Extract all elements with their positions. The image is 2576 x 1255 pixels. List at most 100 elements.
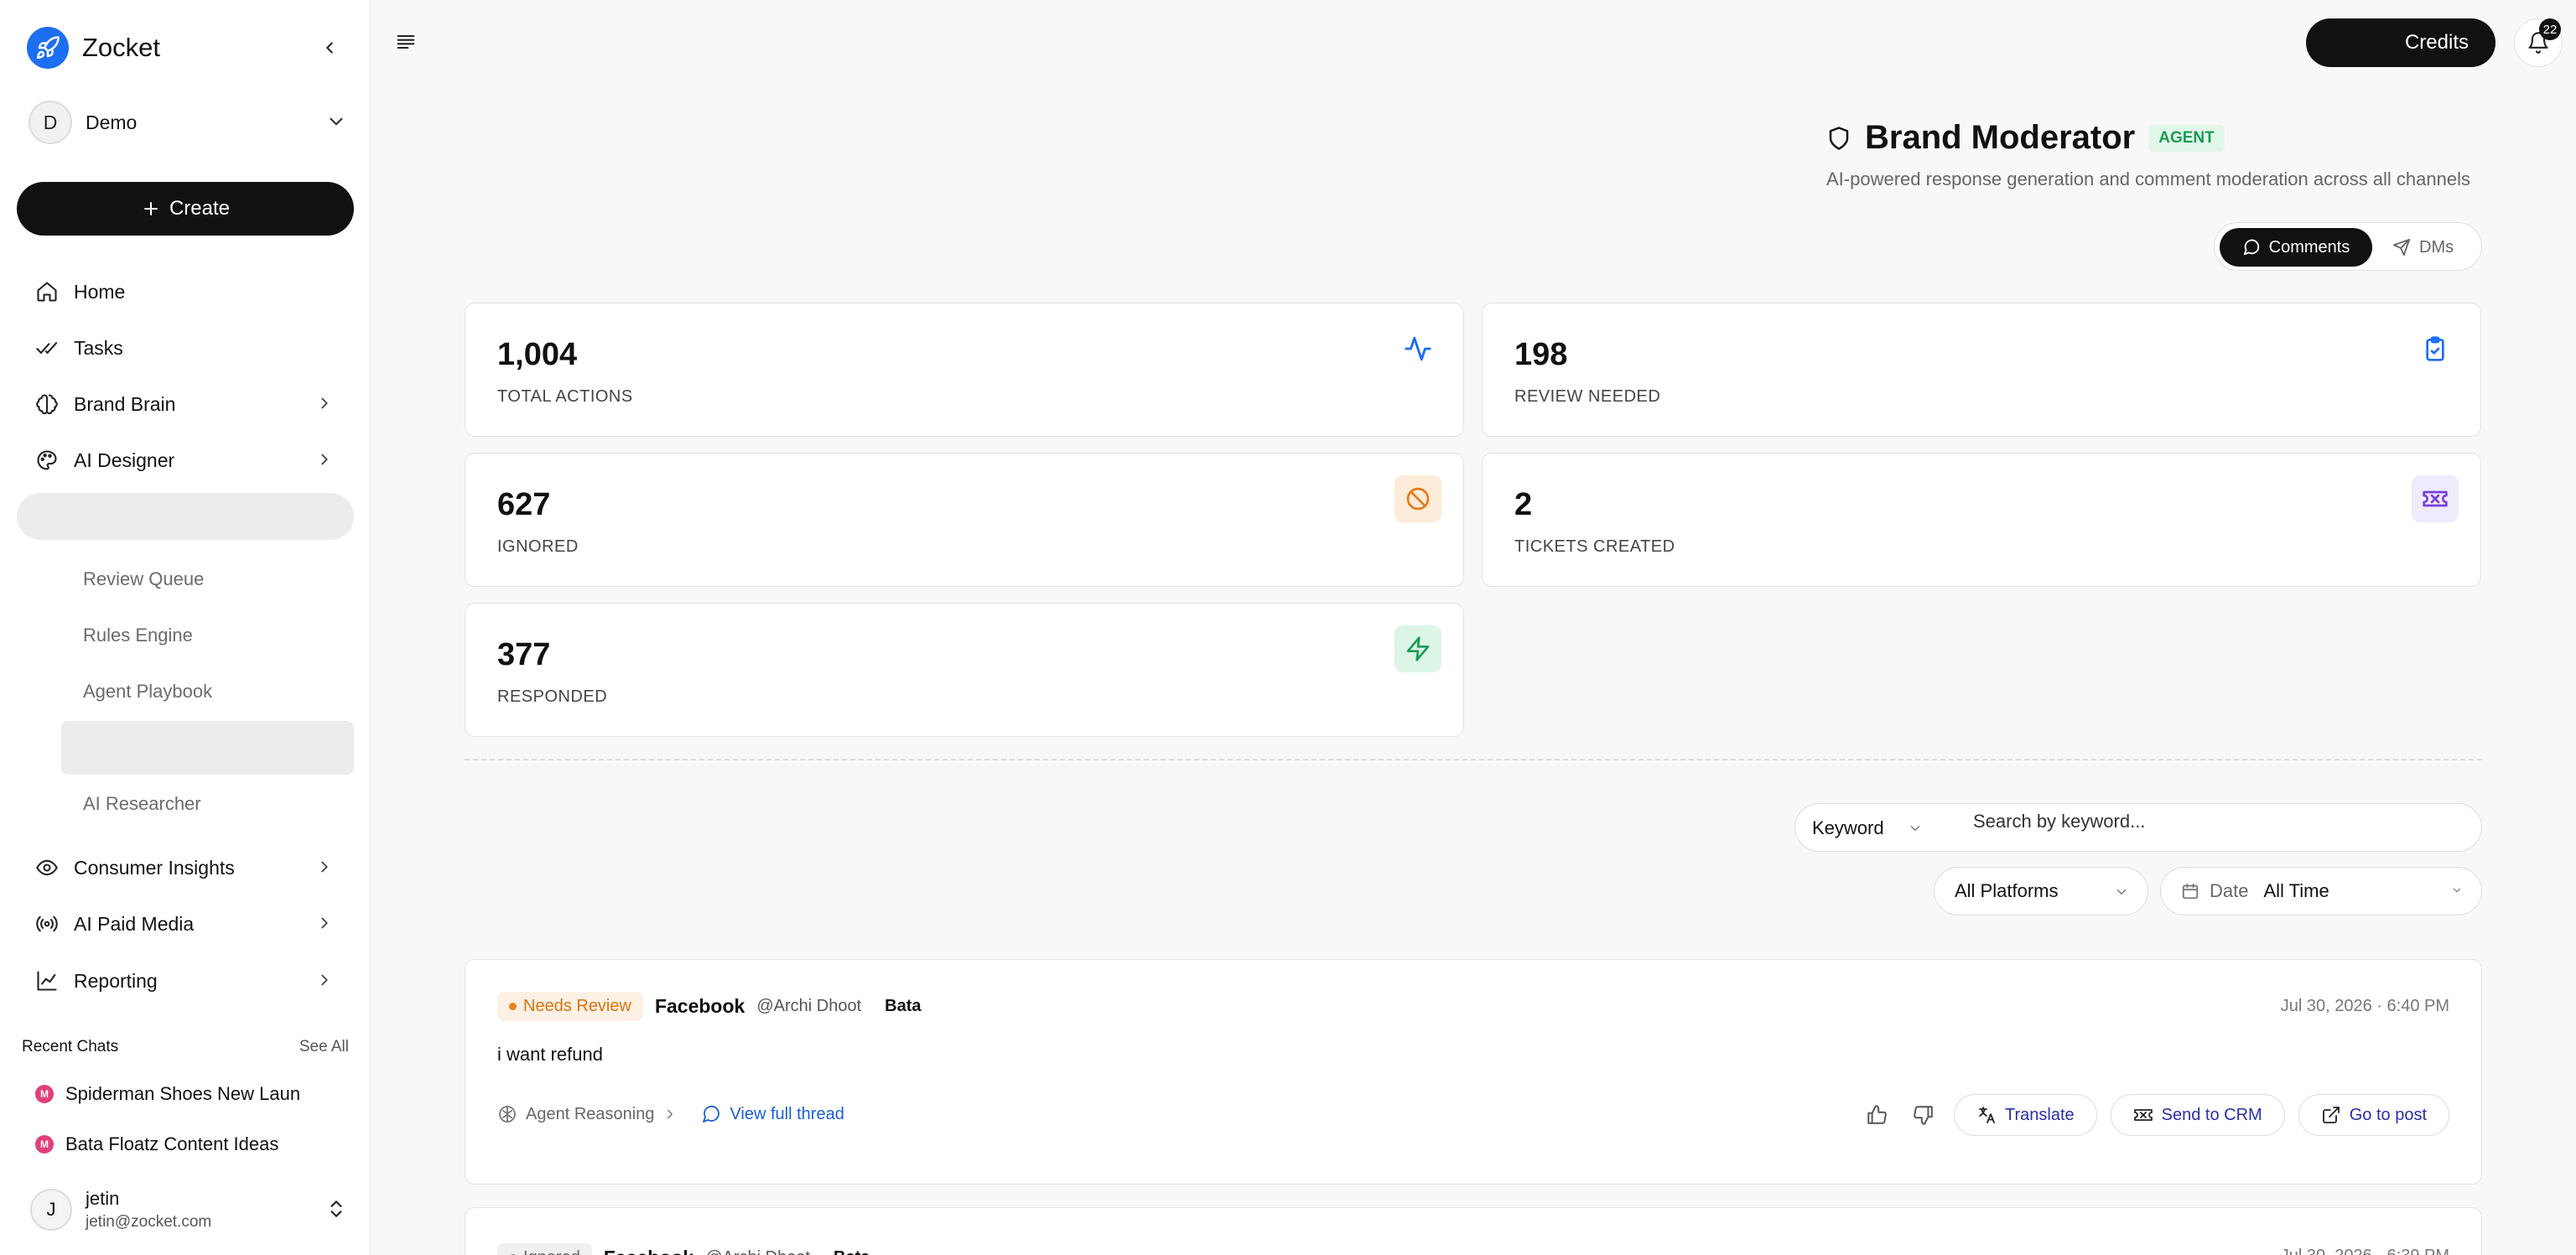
thumbs-down-icon xyxy=(1914,1106,1933,1125)
brand[interactable]: Zocket xyxy=(27,27,160,69)
page-title: Brand Moderator xyxy=(1865,119,2136,156)
workspace-switcher[interactable]: D Demo xyxy=(29,99,347,146)
external-link-icon xyxy=(2322,1107,2340,1123)
nav-item-ai-paid-media[interactable]: AI Paid Media xyxy=(17,899,354,949)
stat-label: TOTAL ACTIONS xyxy=(497,387,633,406)
platform-name: Facebook xyxy=(654,995,745,1017)
agent-reasoning-label: Agent Reasoning xyxy=(526,1104,655,1123)
stat-card-responded: 377 RESPONDED xyxy=(465,603,1464,737)
nav-item-consumer-insights[interactable]: Consumer Insights xyxy=(17,843,354,893)
eye-icon xyxy=(36,859,58,876)
chevron-right-icon xyxy=(321,397,328,409)
nav-label: AI Designer xyxy=(74,449,175,471)
translate-label: Translate xyxy=(2005,1105,2075,1124)
recent-chat-item[interactable]: M Spiderman Shoes New Laun xyxy=(35,1083,300,1105)
recent-chats-title: Recent Chats xyxy=(22,1038,119,1055)
subnav-item-ai-researcher[interactable]: AI Researcher xyxy=(83,793,201,815)
thumbs-up-button[interactable] xyxy=(1860,1098,1893,1132)
credits-button[interactable]: Credits xyxy=(2306,18,2496,67)
thumbs-down-button[interactable] xyxy=(1907,1098,1940,1132)
stat-value: 2 xyxy=(1514,487,1533,522)
date-select[interactable]: Date All Time xyxy=(2160,867,2482,915)
workspace-name: Demo xyxy=(86,111,138,133)
keyword-mode-select[interactable]: Keyword xyxy=(1812,817,1923,839)
chevron-right-icon xyxy=(321,454,328,465)
nav-item-reporting[interactable]: Reporting xyxy=(17,956,354,1006)
app-name: Zocket xyxy=(82,33,161,62)
subnav-item-agent-playbook[interactable]: Agent Playbook xyxy=(83,681,212,703)
stat-label: RESPONDED xyxy=(497,687,608,706)
search-input[interactable] xyxy=(1973,809,2459,834)
user-info: jetin jetin@zocket.com xyxy=(86,1188,211,1232)
author-handle: @Archi Dhoot xyxy=(705,1248,810,1255)
subnav-item-rules-engine[interactable]: Rules Engine xyxy=(83,625,193,646)
workspace-avatar: D xyxy=(29,101,72,144)
nav-item-home[interactable]: Home xyxy=(17,267,354,317)
send-icon xyxy=(2392,238,2411,257)
tab-comments[interactable]: Comments xyxy=(2220,228,2372,267)
nav-label: Tasks xyxy=(74,336,123,359)
view-full-thread-link[interactable]: View full thread xyxy=(701,1104,844,1124)
nav-item-ai-designer[interactable]: AI Designer xyxy=(17,435,354,485)
chat-badge: M xyxy=(35,1135,54,1154)
chevron-right-icon xyxy=(321,861,328,873)
collapse-sidebar-button[interactable] xyxy=(317,35,342,60)
subnav-item-review-queue[interactable]: Review Queue xyxy=(83,568,204,590)
card-timestamp: Jul 30, 2026 · 6:39 PM xyxy=(2281,1247,2449,1255)
author-handle: @Archi Dhoot xyxy=(756,997,862,1015)
nav-label: AI Paid Media xyxy=(74,912,195,935)
nav-label: Reporting xyxy=(74,969,158,992)
stat-value: 1,004 xyxy=(497,337,578,372)
send-to-crm-label: Send to CRM xyxy=(2161,1105,2262,1124)
platform-name: Facebook xyxy=(604,1247,693,1255)
user-menu[interactable]: J jetin jetin@zocket.com xyxy=(30,1185,347,1235)
calendar-icon xyxy=(2182,883,2199,900)
send-to-crm-button[interactable]: Send to CRM xyxy=(2110,1094,2285,1136)
ban-icon xyxy=(1394,475,1441,522)
nav-item-selected[interactable] xyxy=(17,493,354,540)
status-badge: Ignored xyxy=(497,1243,592,1255)
go-to-post-button[interactable]: Go to post xyxy=(2298,1094,2449,1136)
see-all-link[interactable]: See All xyxy=(299,1038,349,1056)
platform-select-value: All Platforms xyxy=(1955,880,2059,901)
brain-icon xyxy=(499,1106,516,1123)
activity-icon xyxy=(1394,325,1441,372)
nav-label: Brand Brain xyxy=(74,392,176,415)
subnav-item-selected[interactable] xyxy=(61,721,354,775)
translate-button[interactable]: Translate xyxy=(1954,1094,2097,1136)
stat-card-tickets-created: 2 TICKETS CREATED xyxy=(1482,453,2481,587)
platform-select[interactable]: All Platforms xyxy=(1934,867,2148,915)
user-email: jetin@zocket.com xyxy=(86,1213,212,1231)
align-left-menu-icon xyxy=(397,34,415,49)
message-circle-icon xyxy=(2243,239,2259,256)
create-button[interactable]: Create xyxy=(17,182,354,236)
section-divider xyxy=(465,759,2482,760)
nav-item-tasks[interactable]: Tasks xyxy=(17,323,354,373)
agent-reasoning-toggle[interactable]: Agent Reasoning xyxy=(497,1104,678,1124)
card-timestamp: Jul 30, 2026 · 6:40 PM xyxy=(2280,997,2449,1015)
tab-label: Comments xyxy=(2268,237,2350,257)
chevron-right-icon xyxy=(321,974,328,986)
stat-value: 377 xyxy=(497,637,551,672)
sidebar: Zocket D Demo Create Home Tasks Brand Br… xyxy=(0,0,371,1255)
zap-icon xyxy=(1394,625,1441,672)
thumbs-up-icon xyxy=(1867,1105,1887,1124)
status-dot xyxy=(509,1003,517,1010)
tab-dms[interactable]: DMs xyxy=(2392,228,2454,267)
menu-toggle-button[interactable] xyxy=(394,30,418,54)
comment-card: Ignored Facebook @Archi Dhoot Bata Jul 3… xyxy=(465,1207,2482,1255)
card-header: Needs Review Facebook @Archi Dhoot Bata xyxy=(497,992,921,1021)
brand-tag: Bata xyxy=(885,997,922,1015)
languages-icon xyxy=(1979,1107,1995,1123)
page-header: Brand Moderator AGENT AI-powered respons… xyxy=(1826,119,2470,190)
chevron-down-icon xyxy=(1910,826,1919,831)
agent-badge: AGENT xyxy=(2148,124,2225,152)
channel-toggle: Comments DMs xyxy=(2214,222,2482,271)
nav-item-brand-brain[interactable]: Brand Brain xyxy=(17,379,354,429)
chat-title: Bata Floatz Content Ideas xyxy=(65,1133,279,1154)
stat-label: REVIEW NEEDED xyxy=(1514,387,1661,406)
recent-chat-item[interactable]: M Bata Floatz Content Ideas xyxy=(35,1133,300,1155)
card-links: Agent Reasoning View full thread xyxy=(497,1104,844,1124)
ticket-icon xyxy=(2133,1109,2153,1121)
status-text: Ignored xyxy=(523,1248,580,1255)
